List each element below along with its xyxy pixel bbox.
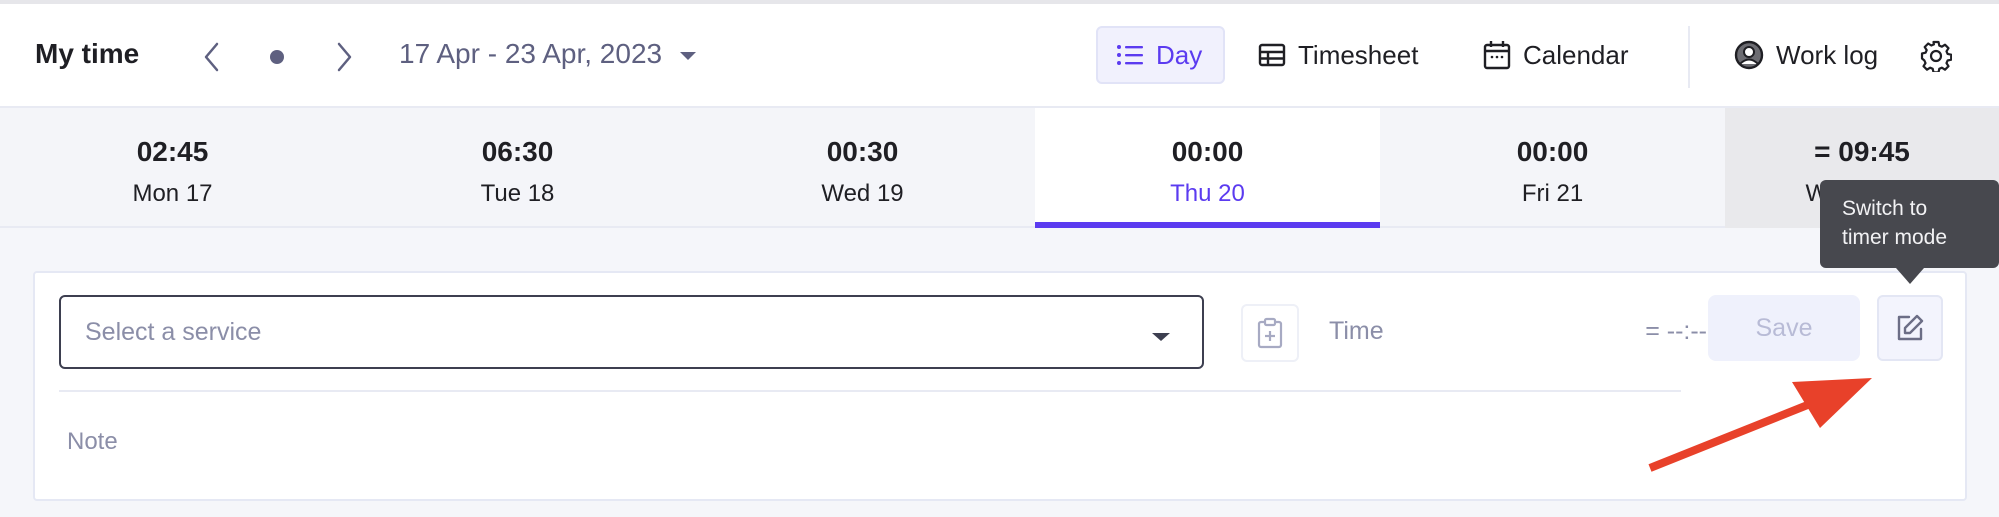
day-label: Thu 20 <box>1170 180 1245 207</box>
header-divider <box>1688 26 1690 88</box>
view-timesheet-button[interactable]: Timesheet <box>1240 26 1436 84</box>
day-duration: 00:00 <box>1171 136 1244 167</box>
work-log-button[interactable]: Work log <box>1716 26 1896 84</box>
time-label: Time <box>1329 317 1384 345</box>
day-label: Tue 18 <box>480 180 555 207</box>
next-week-button[interactable] <box>324 34 364 80</box>
date-range-label: 17 Apr - 23 Apr, 2023 <box>399 38 663 69</box>
work-log-label: Work log <box>1776 39 1879 70</box>
day-label: Fri 21 <box>1521 180 1584 207</box>
day-label: Wed 19 <box>821 180 904 207</box>
list-icon <box>1117 45 1143 65</box>
day-tab-wed-19[interactable]: 00:30 Wed 19 <box>690 108 1035 228</box>
add-task-button[interactable] <box>1241 304 1299 362</box>
view-timesheet-label: Timesheet <box>1298 39 1419 70</box>
edit-icon <box>1897 314 1924 341</box>
current-week-button[interactable] <box>257 34 297 80</box>
note-input[interactable]: Note <box>67 428 1667 468</box>
tooltip-line-1: Switch to <box>1842 197 1928 220</box>
chevron-left-icon <box>204 42 219 72</box>
day-duration: 00:00 <box>1516 136 1589 167</box>
annotation-arrow-icon <box>1648 378 1872 472</box>
week-total-duration: = 09:45 <box>1814 136 1910 167</box>
caret-down-icon <box>680 52 697 60</box>
clipboard-plus-icon <box>1257 317 1283 349</box>
service-select-placeholder: Select a service <box>85 317 262 346</box>
day-tab-fri-21[interactable]: 00:00 Fri 21 <box>1380 108 1725 228</box>
view-day-label: Day <box>1156 39 1203 70</box>
switch-timer-mode-button[interactable] <box>1877 295 1943 361</box>
time-input[interactable]: = --:-- <box>1595 317 1707 346</box>
settings-button[interactable] <box>1914 34 1958 78</box>
day-tabs: 02:45 Mon 17 06:30 Tue 18 00:30 Wed 19 0… <box>0 108 1999 228</box>
day-duration: 02:45 <box>136 136 209 167</box>
day-tab-tue-18[interactable]: 06:30 Tue 18 <box>345 108 690 228</box>
day-tab-mon-17[interactable]: 02:45 Mon 17 <box>0 108 345 228</box>
gear-icon <box>1920 40 1952 72</box>
table-icon <box>1258 43 1286 67</box>
day-label: Mon 17 <box>132 180 213 207</box>
card-divider <box>59 390 1681 392</box>
date-range-dropdown[interactable]: 17 Apr - 23 Apr, 2023 <box>399 38 697 70</box>
tooltip-line-2: timer mode <box>1842 226 1948 249</box>
user-circle-icon <box>1734 40 1764 70</box>
previous-week-button[interactable] <box>192 34 232 80</box>
view-day-button[interactable]: Day <box>1096 26 1225 84</box>
save-button[interactable]: Save <box>1708 295 1860 361</box>
day-duration: 06:30 <box>481 136 554 167</box>
service-select[interactable]: Select a service <box>59 295 1204 369</box>
tooltip-arrow <box>1896 268 1924 284</box>
caret-down-icon <box>1152 333 1170 341</box>
page-title: My time <box>35 38 140 69</box>
dot-icon <box>270 50 284 64</box>
day-duration: 00:30 <box>826 136 899 167</box>
view-calendar-button[interactable]: Calendar <box>1465 26 1647 84</box>
calendar-icon <box>1483 41 1511 70</box>
day-tab-thu-20[interactable]: 00:00 Thu 20 <box>1035 108 1380 228</box>
header: My time 17 Apr - 23 Apr, 2023 Day Timesh… <box>0 4 1999 108</box>
chevron-right-icon <box>337 42 352 72</box>
tooltip: Switch to timer mode <box>1820 180 1999 268</box>
active-day-indicator <box>1035 222 1380 228</box>
view-calendar-label: Calendar <box>1523 39 1629 70</box>
